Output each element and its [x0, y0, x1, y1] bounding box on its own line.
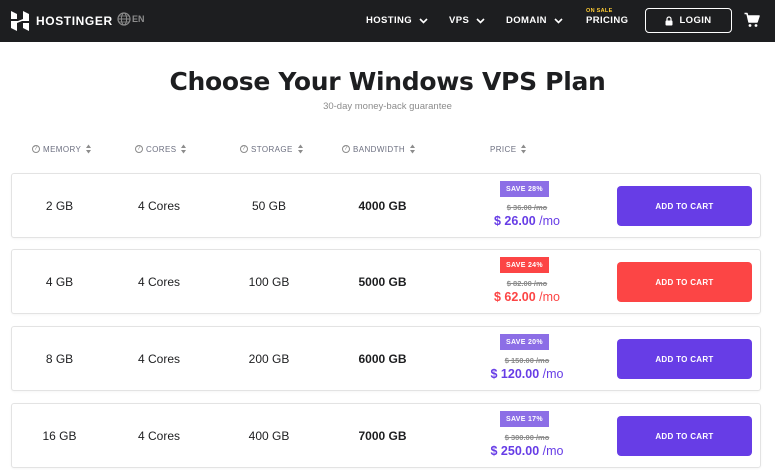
- plan-cores: 4 Cores: [137, 274, 181, 289]
- current-price: $ 62.00 /mo: [467, 290, 587, 304]
- discount-badge: SAVE 17%: [500, 411, 549, 427]
- lock-icon: [665, 15, 673, 25]
- plan-price: SAVE 28% $ 36.00 /mo $ 26.00 /mo: [467, 174, 587, 237]
- price-period: /mo: [535, 290, 561, 304]
- plan-storage: 400 GB: [248, 428, 290, 443]
- price-period: /mo: [535, 214, 561, 228]
- language-label: EN: [132, 14, 145, 24]
- current-price: $ 26.00 /mo: [467, 214, 587, 228]
- brand-name: HOSTINGER: [36, 14, 113, 28]
- plan-row: 2 GB 4 Cores 50 GB 4000 GB SAVE 28% $ 36…: [11, 173, 761, 238]
- column-header-storage-label: STORAGE: [251, 144, 293, 154]
- help-icon[interactable]: ?: [240, 145, 248, 153]
- plan-storage: 200 GB: [248, 351, 290, 366]
- plan-memory: 2 GB: [45, 198, 74, 213]
- column-header-price-label: PRICE: [490, 144, 517, 154]
- old-price: $ 150.00 /mo: [504, 356, 550, 365]
- globe-icon: [117, 12, 131, 26]
- on-sale-badge: ON SALE: [586, 8, 613, 14]
- current-price: $ 120.00 /mo: [467, 367, 587, 381]
- price-period: /mo: [539, 444, 564, 458]
- column-header-bandwidth[interactable]: ? BANDWIDTH: [342, 144, 416, 154]
- plan-cores: 4 Cores: [137, 198, 181, 213]
- price-amount: $ 120.00: [490, 367, 540, 381]
- plan-cores: 4 Cores: [137, 351, 181, 366]
- nav-pricing-label: PRICING: [586, 15, 629, 26]
- discount-badge: SAVE 20%: [500, 334, 549, 350]
- sort-icon: [297, 144, 303, 154]
- price-amount: $ 62.00: [493, 290, 536, 304]
- plan-price: SAVE 24% $ 82.00 /mo $ 62.00 /mo: [467, 250, 587, 313]
- plan-row: 8 GB 4 Cores 200 GB 6000 GB SAVE 20% $ 1…: [11, 326, 761, 391]
- nav-domain[interactable]: DOMAIN: [506, 15, 563, 26]
- plan-memory: 4 GB: [45, 274, 74, 289]
- help-icon[interactable]: ?: [135, 145, 143, 153]
- add-to-cart-button[interactable]: ADD TO CART: [617, 416, 752, 456]
- column-header-storage[interactable]: ? STORAGE: [240, 144, 303, 154]
- plan-memory: 16 GB: [42, 428, 77, 443]
- price-amount: $ 26.00: [493, 214, 536, 228]
- add-to-cart-button[interactable]: ADD TO CART: [617, 186, 752, 226]
- plan-storage: 100 GB: [248, 274, 290, 289]
- sort-icon: [521, 144, 527, 154]
- nav-pricing[interactable]: ON SALE PRICING: [586, 8, 628, 27]
- help-icon[interactable]: ?: [342, 145, 350, 153]
- login-label: LOGIN: [679, 15, 712, 26]
- plan-bandwidth: 6000 GB: [358, 351, 407, 366]
- column-header-cores-label: CORES: [146, 144, 177, 154]
- plan-bandwidth: 7000 GB: [358, 428, 407, 443]
- shopping-cart-icon[interactable]: [744, 12, 760, 28]
- old-price: $ 36.00 /mo: [506, 203, 548, 212]
- current-price: $ 250.00 /mo: [467, 444, 587, 458]
- plan-cores: 4 Cores: [137, 428, 181, 443]
- chevron-down-icon: [476, 17, 485, 24]
- price-period: /mo: [539, 367, 564, 381]
- column-header-bandwidth-label: BANDWIDTH: [353, 144, 406, 154]
- help-icon[interactable]: ?: [32, 145, 40, 153]
- top-navbar: HOSTINGER EN HOSTING VPS DOMAIN ON SALE …: [0, 0, 775, 42]
- login-button[interactable]: LOGIN: [645, 8, 732, 33]
- plan-row: 16 GB 4 Cores 400 GB 7000 GB SAVE 17% $ …: [11, 403, 761, 468]
- nav-hosting[interactable]: HOSTING: [366, 15, 428, 26]
- plan-bandwidth: 5000 GB: [358, 274, 407, 289]
- price-amount: $ 250.00: [490, 444, 540, 458]
- old-price: $ 82.00 /mo: [506, 279, 548, 288]
- sort-icon: [86, 144, 92, 154]
- hostinger-logo[interactable]: HOSTINGER: [11, 11, 113, 31]
- plan-price: SAVE 20% $ 150.00 /mo $ 120.00 /mo: [467, 327, 587, 390]
- plan-memory: 8 GB: [45, 351, 74, 366]
- page-title: Choose Your Windows VPS Plan: [169, 67, 606, 96]
- column-header-memory-label: MEMORY: [43, 144, 82, 154]
- add-to-cart-button[interactable]: ADD TO CART: [617, 262, 752, 302]
- plan-price: SAVE 17% $ 300.00 /mo $ 250.00 /mo: [467, 404, 587, 467]
- discount-badge: SAVE 28%: [500, 181, 549, 197]
- column-header-memory[interactable]: ? MEMORY: [32, 144, 92, 154]
- sort-icon: [181, 144, 187, 154]
- old-price: $ 300.00 /mo: [504, 433, 550, 442]
- page-subtitle: 30-day money-back guarantee: [323, 101, 452, 112]
- nav-hosting-label: HOSTING: [366, 15, 413, 26]
- nav-domain-label: DOMAIN: [506, 15, 547, 26]
- hostinger-logo-icon: [11, 11, 29, 31]
- sort-icon: [410, 144, 416, 154]
- column-header-cores[interactable]: ? CORES: [135, 144, 187, 154]
- plan-storage: 50 GB: [251, 198, 287, 213]
- add-to-cart-button[interactable]: ADD TO CART: [617, 339, 752, 379]
- nav-vps-label: VPS: [449, 15, 470, 26]
- nav-vps[interactable]: VPS: [449, 15, 485, 26]
- language-selector[interactable]: EN: [117, 12, 145, 26]
- plan-bandwidth: 4000 GB: [358, 198, 407, 213]
- plan-row: 4 GB 4 Cores 100 GB 5000 GB SAVE 24% $ 8…: [11, 249, 761, 314]
- column-header-price[interactable]: PRICE: [490, 144, 527, 154]
- chevron-down-icon: [419, 17, 428, 24]
- chevron-down-icon: [554, 17, 563, 24]
- discount-badge: SAVE 24%: [500, 257, 549, 273]
